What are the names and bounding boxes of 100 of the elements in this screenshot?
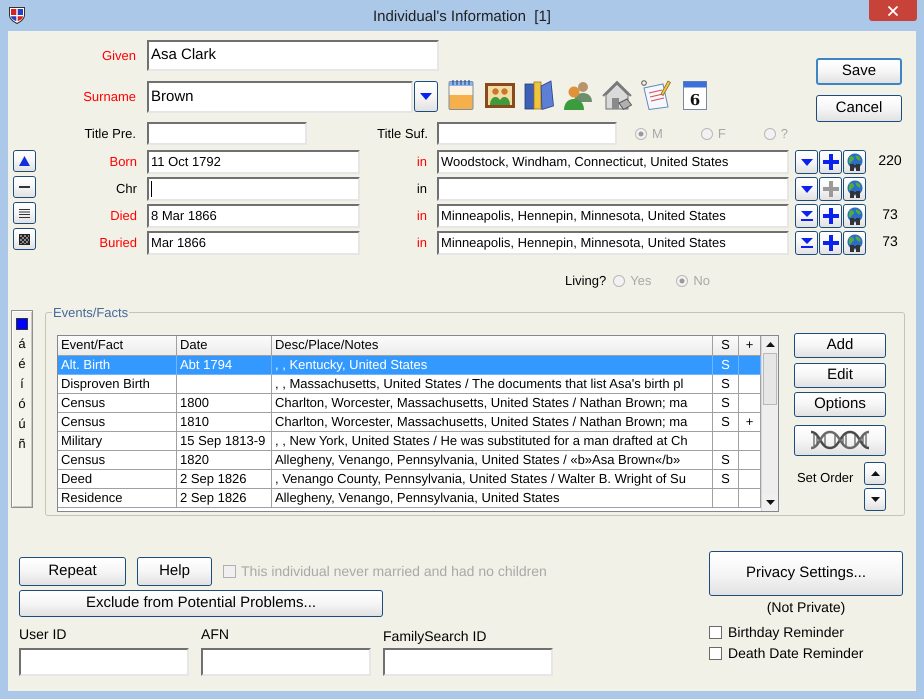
globe-binoculars-icon [846, 207, 864, 225]
reminder-checkbox[interactable]: Birthday Reminder [709, 623, 864, 641]
id-field[interactable] [383, 648, 553, 676]
surname-dropdown-button[interactable] [414, 81, 438, 112]
field-label: in [416, 153, 427, 172]
accent-character[interactable]: ú [18, 414, 26, 434]
exclude-button[interactable]: Exclude from Potential Problems... [19, 590, 383, 617]
side-toolbar-button[interactable] [13, 176, 36, 198]
note-pencil-icon[interactable] [641, 80, 671, 110]
field-label: in [416, 234, 427, 252]
field-label: Title Pre. [84, 124, 136, 143]
column-header[interactable]: Desc/Place/Notes [272, 336, 713, 356]
place-lookup-button[interactable] [843, 177, 866, 201]
close-button[interactable] [869, 0, 917, 21]
house-phone-icon[interactable] [602, 80, 632, 110]
checker-square-icon [19, 234, 30, 244]
place-lookup-button[interactable] [843, 150, 866, 174]
privacy-settings-button[interactable]: Privacy Settings... [709, 551, 903, 596]
accent-character[interactable]: ó [18, 394, 26, 414]
table-row[interactable]: Military 15 Sep 1813-9 , , New York, United States / He was substituted for a man drafted at Ch [58, 432, 761, 450]
place-menu-button[interactable] [795, 177, 818, 201]
dialog-button[interactable]: Save [816, 58, 902, 85]
add-button[interactable] [819, 177, 842, 201]
dna-helix-icon [810, 429, 870, 451]
title-suffix-field[interactable] [437, 122, 617, 145]
event-action-button[interactable]: Edit [794, 362, 886, 388]
table-row[interactable]: Deed 2 Sep 1826 , Venango County, Pennsylvania, United States / Walter B. Wright of Su S [58, 470, 761, 488]
field-label: Died [110, 207, 137, 226]
title-prefix-field[interactable] [147, 122, 307, 145]
row-number: 73 [882, 204, 898, 224]
picture-frame-icon[interactable] [485, 80, 515, 110]
dialog-button[interactable]: Cancel [816, 95, 902, 122]
place-menu-button[interactable] [795, 150, 818, 174]
move-down-button[interactable] [864, 488, 886, 510]
column-header[interactable]: S [713, 336, 739, 356]
event-action-button[interactable]: Options [794, 392, 886, 416]
move-up-button[interactable] [864, 462, 886, 484]
lines-icon [19, 208, 30, 218]
event-action-button[interactable]: Add [794, 332, 886, 358]
accent-character[interactable]: á [18, 334, 26, 354]
place-lookup-button[interactable] [843, 231, 866, 255]
given-name-field[interactable]: Asa Clark [147, 40, 439, 71]
triangle-down-icon [870, 496, 880, 502]
window-title: Individual's Information [1] [373, 7, 551, 27]
place-menu-button[interactable] [795, 204, 818, 228]
id-field[interactable] [201, 648, 371, 676]
scroll-thumb[interactable] [763, 352, 777, 404]
field-label: in [416, 207, 427, 226]
reminder-checkbox[interactable]: Death Date Reminder [709, 644, 864, 662]
notepad-icon[interactable] [446, 80, 476, 110]
side-toolbar-button[interactable] [13, 228, 36, 250]
shield-icon [8, 6, 26, 24]
caret-down-icon [800, 186, 812, 192]
place-menu-button[interactable] [795, 231, 818, 255]
column-header[interactable]: Date [177, 336, 272, 356]
field-label: in [416, 180, 427, 198]
date-field[interactable]: Mar 1866 [147, 231, 360, 255]
table-row[interactable]: Census 1810 Charlton, Worcester, Massachusetts, United States / Nathan Brown; ma S + [58, 412, 761, 432]
caret-down-icon [420, 93, 432, 100]
scrollbar[interactable] [761, 336, 778, 510]
privacy-status: (Not Private) [766, 599, 846, 615]
field-label: FamilySearch ID [383, 628, 486, 644]
place-field[interactable] [437, 177, 789, 201]
form-button[interactable]: Help [137, 557, 212, 586]
table-row[interactable]: Residence 2 Sep 1826 Allegheny, Venango, Pennsylvania, United States [58, 488, 761, 508]
table-row[interactable]: Disproven Birth , , Massachusetts, United States / The documents that list Asa's birth pl S [58, 374, 761, 394]
column-header[interactable]: Event/Fact [58, 336, 177, 356]
people-icon[interactable] [563, 80, 593, 110]
field-label: Given [102, 46, 136, 65]
place-lookup-button[interactable] [843, 204, 866, 228]
date-field[interactable]: 11 Oct 1792 [147, 150, 360, 174]
add-button[interactable] [819, 204, 842, 228]
caret-bar-icon [800, 238, 812, 248]
accent-character[interactable]: é [18, 354, 26, 374]
field-label: AFN [201, 626, 229, 642]
field-label: Born [110, 153, 137, 172]
accent-character[interactable]: í [20, 374, 24, 394]
id-field[interactable] [19, 648, 189, 676]
table-row[interactable]: Census 1820 Allegheny, Venango, Pennsylvania, United States / «b»Asa Brown«/b» S [58, 450, 761, 470]
dash-icon [19, 186, 30, 188]
date-field[interactable]: 8 Mar 1866 [147, 204, 360, 228]
table-row[interactable]: Census 1800 Charlton, Worcester, Massachusetts, United States / Nathan Brown; ma S [58, 394, 761, 412]
place-field[interactable]: Minneapolis, Hennepin, Minnesota, United States [437, 204, 789, 228]
place-field[interactable]: Woodstock, Windham, Connecticut, United States [437, 150, 789, 174]
surname-field[interactable]: Brown [147, 81, 413, 113]
caret-bar-icon [800, 211, 812, 221]
accent-character[interactable]: ñ [18, 434, 26, 454]
calendar-icon[interactable]: 6 [680, 80, 710, 110]
dna-button[interactable] [794, 424, 886, 456]
caret-down-icon [800, 158, 812, 166]
add-button[interactable] [819, 150, 842, 174]
side-toolbar-button[interactable] [13, 150, 36, 172]
date-field[interactable] [147, 177, 360, 201]
form-button[interactable]: Repeat [19, 557, 126, 586]
column-header[interactable]: + [739, 336, 761, 356]
add-button[interactable] [819, 231, 842, 255]
place-field[interactable]: Minneapolis, Hennepin, Minnesota, United States [437, 231, 789, 255]
triangle-up-icon [19, 156, 30, 166]
side-toolbar-button[interactable] [13, 202, 36, 224]
books-icon[interactable] [524, 80, 554, 110]
